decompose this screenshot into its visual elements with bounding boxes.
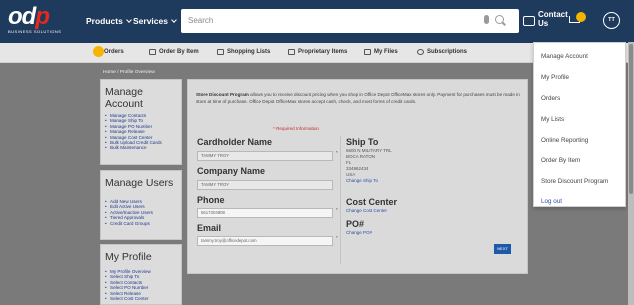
my-files-icon [364,49,371,55]
phone-label: Phone [197,195,225,205]
email-label: Email [197,223,222,233]
avatar[interactable]: TT [603,12,620,29]
store-discount-form: Store Discount Program allows you to rec… [187,79,528,274]
menu-item-manage-account[interactable]: Manage Account [541,53,588,60]
page: odp BUSINESS SOLUTIONS Products Services… [0,0,634,305]
subnav-label: Subscriptions [427,49,468,55]
subnav-subscriptions[interactable]: Subscriptions [417,49,467,55]
menu-item-online-reporting[interactable]: Online Reporting [541,137,588,144]
menu-item-order-by-item[interactable]: Order By Item [541,157,580,164]
subnav-label: Order By Item [159,49,199,55]
menu-item-my-lists[interactable]: My Lists [541,116,564,123]
manage-account-panel: Manage Account Manage Contacts Manage Sh… [100,79,182,165]
scrollbar-thumb[interactable] [629,44,633,194]
ship-to-label: Ship To [346,137,379,147]
change-po-link[interactable]: Change PO# [346,230,372,236]
menu-item-orders[interactable]: Orders [541,95,560,102]
services-menu[interactable]: Services [133,16,177,26]
orders-badge [93,46,104,57]
microphone-icon[interactable] [484,15,489,24]
menu-item-my-profile[interactable]: My Profile [541,74,569,81]
company-label: Company Name [197,166,266,176]
subnav-shopping-lists[interactable]: Shopping Lists [217,49,270,55]
required-star: * [336,235,338,240]
po-label: PO# [346,219,365,229]
odp-logo[interactable]: odp BUSINESS SOLUTIONS [8,3,78,36]
required-star: * [336,150,338,155]
my-profile-panel: My Profile My Profile Overview Select Sh… [100,244,182,305]
required-star: * [336,207,338,212]
cardholder-field[interactable]: TAMMY TROY [197,151,333,161]
email-field[interactable]: tammy.troy@officedepot.com [197,236,333,246]
logo-wordmark: odp [8,3,50,30]
menu-item-store-discount-program[interactable]: Store Discount Program [541,178,608,185]
program-name: Store Discount Program [196,92,249,97]
subnav-my-files[interactable]: My Files [364,49,398,55]
logo-subtitle: BUSINESS SOLUTIONS [8,29,62,34]
panel-title: Manage Account [105,86,143,110]
change-cost-center-link[interactable]: Change Cost Center [346,208,387,214]
chat-icon [523,16,535,26]
products-label: Products [86,16,123,26]
breadcrumb[interactable]: Home / Profile Overview [103,70,155,75]
subnav-order-by-item[interactable]: Order By Item [149,49,199,55]
order-by-item-icon [149,49,156,55]
panel-title: Manage Users [105,177,174,189]
phone-field[interactable]: 5617304808 [197,208,333,218]
contact-us-button[interactable]: Contact Us [523,10,568,28]
sidebar-item-bulk-maintenance[interactable]: Bulk Maintenance [105,145,177,151]
manage-users-panel: Manage Users Add New Users Edit Active U… [100,170,182,240]
change-ship-to-link[interactable]: Change Ship To [346,178,392,184]
subnav-label: Shopping Lists [227,49,271,55]
next-button[interactable]: NEXT [494,244,511,254]
chevron-down-icon [126,17,132,23]
subnav-label: Proprietary Items [298,49,348,55]
subnav-label: Orders [104,49,124,55]
search-input[interactable]: Search [188,16,213,25]
cart-badge [576,12,586,22]
contact-us-label: Contact Us [538,10,568,28]
cardholder-label: Cardholder Name [197,137,273,147]
cart-button[interactable] [567,12,586,26]
company-field[interactable]: TAMMY TROY [197,180,333,190]
account-dropdown-menu: Manage Account My Profile Orders My List… [533,42,626,207]
panel-title: My Profile [105,251,152,263]
subnav-label: My Files [374,49,398,55]
chevron-down-icon [171,17,177,23]
sidebar-item-credit-card-groups[interactable]: Credit Card Groups [105,221,177,227]
proprietary-items-icon [288,49,295,55]
required-note: * Required Information [273,126,319,131]
products-menu[interactable]: Products [86,16,132,26]
sidebar-item-select-cost-center[interactable]: Select Cost Center [105,296,177,302]
subscriptions-icon [417,49,424,55]
shopping-lists-icon [217,49,224,55]
top-navigation-bar: odp BUSINESS SOLUTIONS Products Services… [0,0,634,43]
program-description: Store Discount Program allows you to rec… [196,91,526,105]
search-box[interactable]: Search [181,9,519,33]
cost-center-label: Cost Center [346,197,398,207]
services-label: Services [133,16,168,26]
subnav-proprietary-items[interactable]: Proprietary Items [288,49,347,55]
search-icon[interactable] [495,15,504,24]
menu-item-log-out[interactable]: Log out [541,198,562,205]
divider [340,136,341,264]
ship-to-address: 6600 N MILITARY TRL BOCA RATON FL 334962… [346,148,392,184]
